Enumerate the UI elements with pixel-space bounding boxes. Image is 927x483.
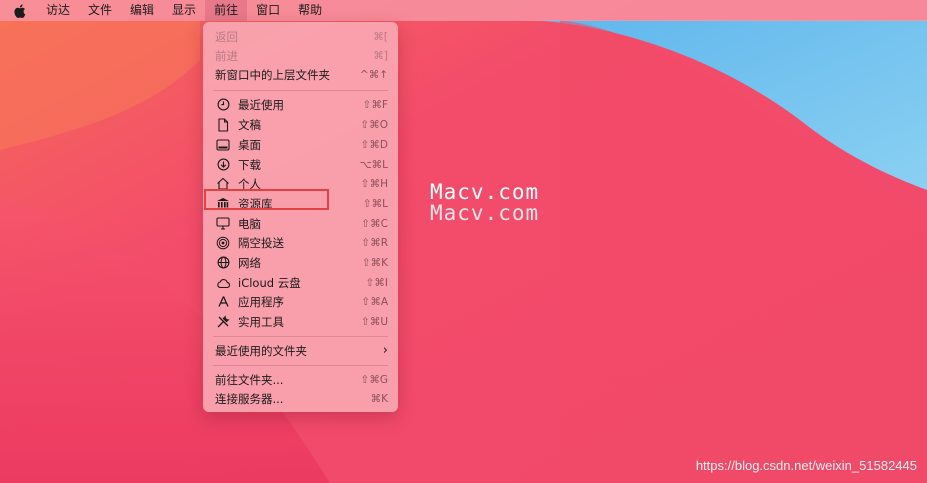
menu-item-shortcut: ⇧⌘G [360, 373, 388, 386]
menu-item-shortcut: ⌘] [373, 49, 388, 62]
applications-icon [215, 294, 231, 310]
menu-item-label: iCloud 云盘 [238, 275, 301, 290]
menu-item-shortcut: ⇧⌘D [360, 138, 388, 151]
menu-item-airdrop[interactable]: 隔空投送 ⇧⌘R [203, 233, 398, 252]
menu-item-label: 最近使用的文件夹 [215, 343, 307, 358]
menu-bar: 访达 文件 编辑 显示 前往 窗口 帮助 [0, 0, 927, 21]
airdrop-icon [215, 235, 231, 251]
menu-item-shortcut: ⇧⌘A [361, 295, 388, 308]
menu-item-label: 返回 [215, 29, 238, 44]
menu-separator [213, 365, 388, 366]
menu-separator [213, 336, 388, 337]
menu-item-label: 前往文件夹... [215, 372, 284, 387]
menu-file[interactable]: 文件 [79, 0, 121, 21]
menu-item-back[interactable]: 返回 ⌘[ [203, 27, 398, 46]
menu-item-icloud-drive[interactable]: iCloud 云盘 ⇧⌘I [203, 273, 398, 292]
network-icon [215, 255, 231, 271]
menu-item-recent-folders[interactable]: 最近使用的文件夹 › [203, 341, 398, 360]
watermark-text-shadow: Macv.com [430, 201, 540, 225]
chevron-right-icon: › [382, 343, 388, 358]
menu-item-label: 新窗口中的上层文件夹 [215, 67, 330, 82]
menu-item-label: 文稿 [238, 117, 261, 132]
menu-item-shortcut: ^⌘↑ [359, 68, 388, 81]
menu-item-forward[interactable]: 前进 ⌘] [203, 46, 398, 65]
menu-item-label: 最近使用 [238, 97, 284, 112]
menu-item-shortcut: ⇧⌘R [361, 236, 388, 249]
menu-item-recents[interactable]: 最近使用 ⇧⌘F [203, 95, 398, 114]
menu-separator [213, 90, 388, 91]
computer-icon [215, 216, 231, 232]
menu-item-shortcut: ⌘[ [373, 30, 388, 43]
menu-item-documents[interactable]: 文稿 ⇧⌘O [203, 115, 398, 134]
menu-item-shortcut: ⇧⌘I [365, 276, 388, 289]
desktop-icon [215, 137, 231, 153]
menu-item-label: 下载 [238, 157, 261, 172]
menu-item-enclosing-folder[interactable]: 新窗口中的上层文件夹 ^⌘↑ [203, 65, 398, 84]
desktop-wallpaper [0, 0, 927, 483]
menu-finder[interactable]: 访达 [37, 0, 79, 21]
menu-item-label: 前进 [215, 48, 238, 63]
menu-item-shortcut: ⇧⌘O [360, 118, 388, 131]
menu-item-applications[interactable]: 应用程序 ⇧⌘A [203, 292, 398, 311]
menu-item-downloads[interactable]: 下载 ⌥⌘L [203, 155, 398, 174]
cloud-icon [215, 275, 231, 291]
menu-item-shortcut: ⇧⌘F [362, 98, 388, 111]
clock-icon [215, 97, 231, 113]
document-icon [215, 117, 231, 133]
menu-item-shortcut: ⇧⌘L [362, 197, 388, 210]
apple-logo-icon[interactable] [9, 0, 31, 21]
utilities-icon [215, 314, 231, 330]
menu-go[interactable]: 前往 [205, 0, 248, 21]
menu-window[interactable]: 窗口 [247, 0, 289, 21]
library-highlight-box [204, 189, 329, 210]
menu-item-go-to-folder[interactable]: 前往文件夹... ⇧⌘G [203, 370, 398, 389]
wallpaper-graphic [0, 0, 927, 483]
menu-item-label: 桌面 [238, 137, 261, 152]
go-menu-dropdown: 返回 ⌘[ 前进 ⌘] 新窗口中的上层文件夹 ^⌘↑ 最近使用 ⇧⌘F 文稿 ⇧… [203, 22, 398, 412]
menu-item-network[interactable]: 网络 ⇧⌘K [203, 253, 398, 272]
menu-item-label: 网络 [238, 255, 261, 270]
menu-item-shortcut: ⌘K [370, 392, 388, 405]
menu-item-shortcut: ⇧⌘C [361, 217, 388, 230]
menu-item-shortcut: ⇧⌘H [360, 177, 388, 190]
menu-item-utilities[interactable]: 实用工具 ⇧⌘U [203, 312, 398, 331]
menu-item-desktop[interactable]: 桌面 ⇧⌘D [203, 135, 398, 154]
menu-item-shortcut: ⇧⌘K [361, 256, 388, 269]
menu-item-label: 电脑 [238, 216, 261, 231]
download-icon [215, 157, 231, 173]
source-credit: https://blog.csdn.net/weixin_51582445 [695, 458, 917, 473]
menu-item-label: 应用程序 [238, 294, 284, 309]
menu-item-shortcut: ⌥⌘L [359, 158, 388, 171]
menu-item-label: 隔空投送 [238, 235, 284, 250]
menu-item-shortcut: ⇧⌘U [361, 315, 388, 328]
menu-item-label: 实用工具 [238, 314, 284, 329]
menu-item-computer[interactable]: 电脑 ⇧⌘C [203, 214, 398, 233]
menu-view[interactable]: 显示 [163, 0, 205, 21]
menu-item-connect-server[interactable]: 连接服务器... ⌘K [203, 389, 398, 408]
menu-edit[interactable]: 编辑 [121, 0, 163, 21]
menu-item-label: 连接服务器... [215, 391, 284, 406]
menu-help[interactable]: 帮助 [289, 0, 331, 21]
